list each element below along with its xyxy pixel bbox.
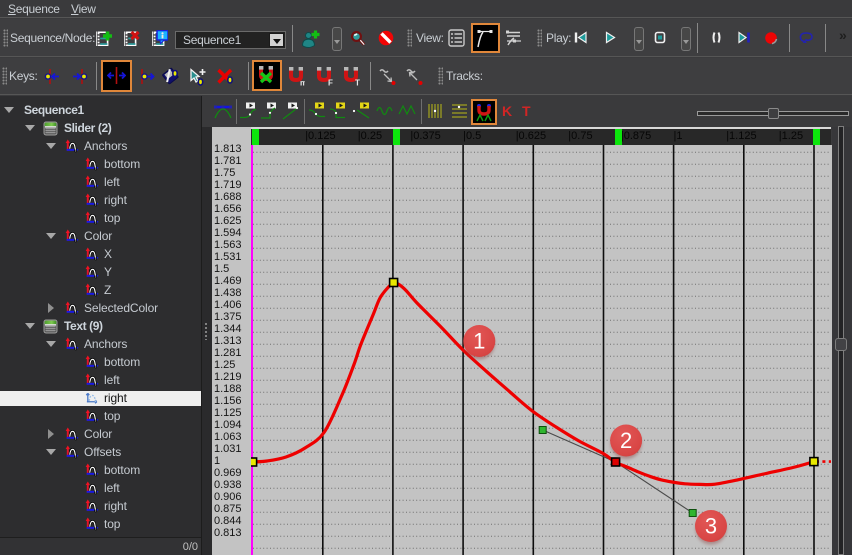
svg-text:F: F [328, 79, 333, 87]
svg-text:3: 3 [705, 514, 717, 539]
svg-text:m: m [300, 79, 305, 87]
svg-text:1: 1 [473, 329, 485, 354]
svg-text:T: T [355, 79, 360, 87]
svg-text:2: 2 [620, 428, 632, 453]
